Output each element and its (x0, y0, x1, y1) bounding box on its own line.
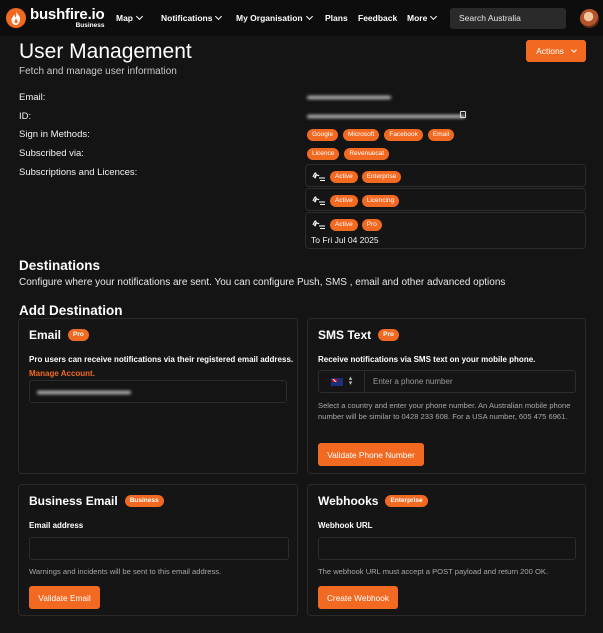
search-input[interactable]: Search Australia (450, 8, 566, 29)
status-chip: Active (330, 219, 358, 231)
sms-card-note: Select a country and enter your phone nu… (318, 401, 571, 422)
chevron-down-icon (305, 12, 313, 21)
validate-email-button[interactable]: Validate Email (29, 586, 100, 609)
status-chip: Active (330, 195, 358, 207)
actions-label: Actions (536, 46, 564, 56)
destinations-title: Destinations (19, 258, 101, 273)
subscription-card: Active Pro To Fri Jul 04 2025 (305, 212, 586, 249)
brand-tier: Business (75, 22, 105, 29)
email-address-label: Email address (29, 521, 84, 530)
brand-logo[interactable]: bushfire.io Business (6, 6, 105, 30)
nav-my-organisation[interactable]: My Organisation (236, 0, 313, 36)
signature-icon (312, 196, 325, 206)
create-webhook-button[interactable]: Create Webhook (318, 586, 398, 609)
redacted-email (307, 96, 391, 99)
subscription-expiry: To Fri Jul 04 2025 (311, 235, 379, 245)
copy-icon[interactable] (460, 111, 466, 118)
business-card-note: Warnings and incidents will be sent to t… (29, 567, 222, 576)
subscription-card: Active Licencing (305, 188, 586, 211)
nav-organisation-label: My Organisation (236, 13, 303, 23)
sms-destination-card: SMS Text Pro Receive notifications via SM… (307, 318, 586, 474)
nav-feedback-label: Feedback (358, 13, 398, 23)
chevron-updown-icon: ▴ ▾ (348, 375, 353, 387)
redacted-id (307, 115, 465, 118)
manage-account-link[interactable]: Manage Account. (29, 369, 95, 378)
subscribed-chip: Revenuecat (344, 148, 390, 160)
australia-flag-icon (330, 377, 343, 386)
business-email-input[interactable] (29, 537, 289, 560)
redacted-registered-email (37, 391, 131, 394)
destinations-description: Configure where your notifications are s… (19, 277, 506, 288)
phone-input-group: ▴ ▾ Enter a phone number (318, 370, 576, 393)
pro-badge: Pro (68, 329, 89, 341)
country-code-select[interactable]: ▴ ▾ (319, 371, 365, 392)
subscribed-label: Subscribed via: (19, 148, 84, 159)
nav-feedback[interactable]: Feedback (358, 0, 397, 36)
top-navbar: bushfire.io Business Map Notifications M… (0, 0, 603, 36)
nav-map[interactable]: Map (116, 0, 144, 36)
nav-plans-label: Plans (325, 13, 348, 23)
signin-method-chip: Microsoft (342, 129, 380, 141)
signature-icon (312, 220, 325, 230)
nav-notifications[interactable]: Notifications (161, 0, 223, 36)
page-subtitle: Fetch and manage user information (19, 66, 177, 77)
subscriptions-label: Subscriptions and Licences: (19, 167, 138, 178)
pro-badge: Pro (378, 329, 399, 341)
business-email-card: Business Email Business Email address War… (18, 484, 298, 616)
subscription-card: Active Enterprise (305, 164, 586, 187)
webhook-url-input[interactable] (318, 537, 576, 560)
validate-phone-button[interactable]: Validate Phone Number (318, 443, 424, 466)
subscribed-via: Licence Revenuecat (307, 148, 390, 160)
email-destination-card: Email Pro Pro users can receive notificat… (18, 318, 298, 474)
nav-plans[interactable]: Plans (325, 0, 348, 36)
brand-name: bushfire.io (30, 6, 105, 23)
flame-icon (6, 8, 26, 29)
plan-chip: Licencing (361, 195, 400, 207)
signin-method-chip: Google (307, 129, 338, 141)
user-avatar[interactable] (580, 9, 599, 28)
webhook-card-title: Webhooks (318, 494, 379, 508)
status-chip: Active (330, 171, 358, 183)
phone-number-input[interactable]: Enter a phone number (365, 371, 461, 392)
email-label: Email: (19, 92, 46, 103)
chevron-down-icon (135, 12, 144, 21)
signin-label: Sign in Methods: (19, 129, 90, 140)
chevron-down-icon (430, 12, 438, 21)
nav-map-label: Map (116, 13, 133, 23)
signature-icon (312, 172, 325, 182)
business-badge: Business (124, 495, 164, 507)
add-destination-title: Add Destination (19, 303, 123, 318)
webhook-card-note: The webhook URL must accept a POST paylo… (318, 567, 549, 576)
nav-notifications-label: Notifications (161, 13, 213, 23)
nav-more[interactable]: More (407, 0, 438, 36)
sms-card-title: SMS Text (318, 328, 372, 342)
chevron-down-icon (215, 12, 223, 21)
plan-chip: Pro (361, 219, 382, 231)
business-card-title: Business Email (29, 494, 118, 508)
email-card-description: Pro users can receive notifications via … (29, 355, 294, 364)
signin-method-chip: Email (427, 129, 455, 141)
plan-chip: Enterprise (361, 171, 402, 183)
chevron-down-icon (571, 47, 577, 53)
email-card-title: Email (29, 328, 62, 342)
subscribed-chip: Licence (307, 148, 340, 160)
page-title: User Management (19, 40, 192, 63)
sms-card-description: Receive notifications via SMS text on yo… (318, 355, 536, 364)
nav-more-label: More (407, 13, 428, 23)
webhook-url-label: Webhook URL (318, 521, 373, 530)
webhook-card: Webhooks Enterprise Webhook URL The webho… (307, 484, 586, 616)
signin-method-chip: Facebook (384, 129, 423, 141)
enterprise-badge: Enterprise (385, 495, 428, 507)
actions-button[interactable]: Actions (526, 40, 586, 62)
id-label: ID: (19, 111, 32, 122)
signin-methods: Google Microsoft Facebook Email (307, 129, 455, 141)
registered-email-field (29, 380, 287, 403)
